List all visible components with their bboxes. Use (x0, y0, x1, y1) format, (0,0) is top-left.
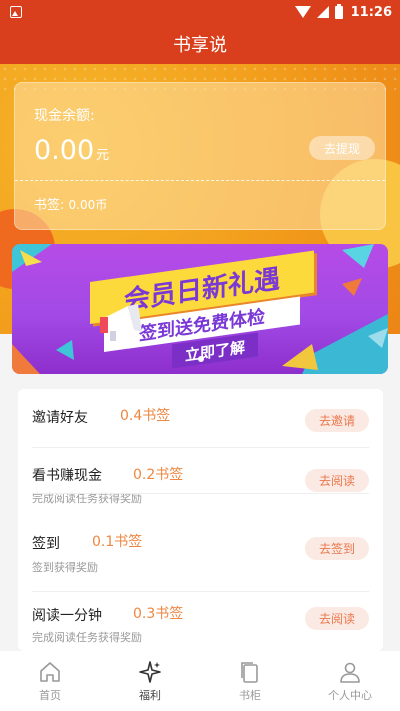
task-row-invite: 邀请好友 0.4书签 去邀请 (18, 389, 383, 448)
task-reward: 0.2书签 (133, 467, 184, 483)
tab-label: 福利 (139, 689, 161, 702)
person-icon (340, 662, 360, 683)
status-time: 11:26 (350, 4, 392, 20)
invite-button[interactable]: 去邀请 (305, 409, 369, 432)
cash-balance-label: 现金余额: (34, 108, 95, 124)
cash-balance-amount: 0.00 元 (34, 135, 109, 166)
task-reward: 0.4书签 (120, 408, 171, 424)
task-list: 邀请好友 0.4书签 去邀请 看书赚现金 0.2书签 完成阅读任务获得奖励 去阅… (18, 389, 383, 651)
tab-label: 个人中心 (328, 689, 372, 702)
card-divider (15, 180, 385, 181)
task-reward: 0.3书签 (133, 606, 184, 622)
bookshelf-icon (241, 662, 258, 683)
wifi-icon (294, 6, 311, 18)
status-bar: 11:26 (0, 0, 400, 24)
read-button[interactable]: 去阅读 (305, 469, 369, 492)
carousel-indicator-dot[interactable] (198, 356, 204, 362)
task-row-read-minute: 阅读一分钟 0.3书签 完成阅读任务获得奖励 去阅读 (18, 591, 383, 651)
task-reward: 0.1书签 (92, 534, 143, 550)
balance-card: 现金余额: 0.00 元 去提现 书签: 0.00币 (14, 82, 386, 230)
tab-label: 首页 (39, 689, 61, 702)
tab-bookshelf[interactable]: 书柜 (200, 651, 300, 711)
tab-home[interactable]: 首页 (0, 651, 100, 711)
cash-balance-value: 0.00 (34, 135, 95, 166)
task-row-checkin: 签到 0.1书签 签到获得奖励 去签到 (18, 493, 383, 597)
bookmark-balance: 书签: 0.00币 (34, 194, 107, 213)
bookmark-label: 书签: (34, 198, 65, 213)
page-title: 书享说 (173, 35, 227, 56)
withdraw-button[interactable]: 去提现 (309, 136, 375, 160)
bookmark-value: 0.00币 (68, 198, 108, 212)
sparkle-icon (139, 661, 161, 683)
task-title: 签到 (32, 536, 60, 552)
home-icon (40, 662, 60, 682)
task-title: 邀请好友 (32, 410, 88, 426)
signal-icon (316, 6, 329, 18)
app-bar: 书享说 (0, 24, 400, 64)
task-title: 阅读一分钟 (32, 608, 102, 624)
task-title: 看书赚现金 (32, 468, 102, 484)
cash-balance-unit: 元 (96, 148, 110, 163)
megaphone-icon (100, 304, 142, 341)
task-subtitle: 签到获得奖励 (32, 561, 98, 574)
promo-banner[interactable]: 会员日新礼遇 签到送免费体检 立即了解 (12, 244, 388, 374)
bottom-tab-bar: 首页 福利 书柜 个人中心 (0, 651, 400, 711)
battery-icon (334, 3, 343, 19)
tab-profile[interactable]: 个人中心 (300, 651, 400, 711)
read-button[interactable]: 去阅读 (305, 607, 369, 630)
task-subtitle: 完成阅读任务获得奖励 (32, 631, 142, 644)
tab-label: 书柜 (239, 689, 261, 702)
tab-welfare[interactable]: 福利 (100, 651, 200, 711)
checkin-button[interactable]: 去签到 (305, 537, 369, 560)
task-row-read-cash: 看书赚现金 0.2书签 完成阅读任务获得奖励 去阅读 (18, 447, 383, 505)
gallery-notification-icon (10, 6, 22, 18)
